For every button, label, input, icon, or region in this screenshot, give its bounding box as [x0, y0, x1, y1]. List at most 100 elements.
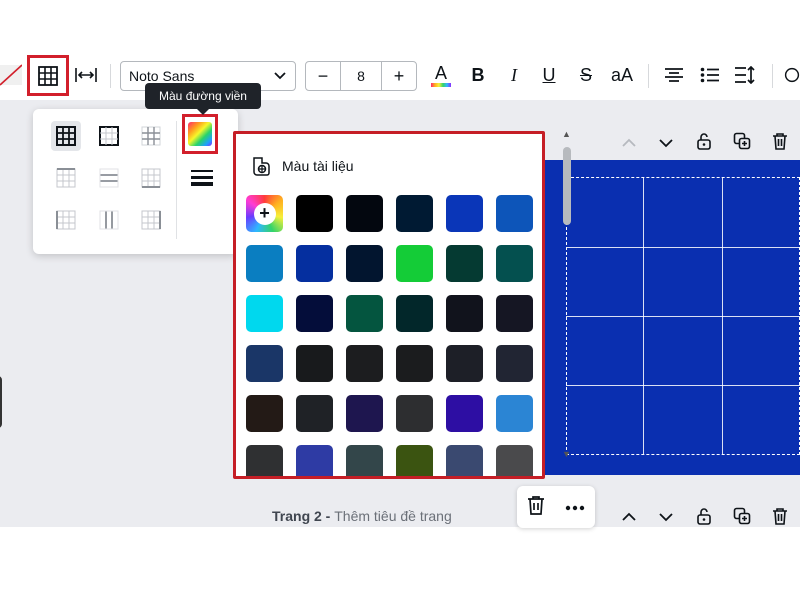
color-swatch[interactable]	[346, 245, 383, 282]
color-swatch[interactable]	[296, 245, 333, 282]
increase-font-size-button[interactable]: +	[382, 62, 416, 90]
color-swatch[interactable]	[446, 245, 483, 282]
border-color-button[interactable]	[182, 114, 218, 154]
more-options-icon[interactable]	[565, 498, 585, 516]
page-number: Trang 2 -	[272, 508, 335, 524]
color-swatch[interactable]	[246, 345, 283, 382]
color-swatch[interactable]	[396, 245, 433, 282]
color-swatch[interactable]	[296, 295, 333, 332]
strikethrough-button[interactable]: S	[575, 58, 597, 92]
color-swatch[interactable]	[496, 295, 533, 332]
table-border-button[interactable]	[27, 55, 69, 96]
color-swatch[interactable]	[496, 445, 533, 476]
align-center-icon[interactable]	[662, 58, 686, 92]
delete-element-icon[interactable]	[527, 495, 545, 520]
table-row-divider	[566, 247, 800, 248]
color-swatch[interactable]	[346, 395, 383, 432]
color-swatch[interactable]	[246, 245, 283, 282]
color-swatch[interactable]	[296, 195, 333, 232]
plus-icon: +	[253, 202, 276, 225]
color-swatch[interactable]	[346, 295, 383, 332]
color-swatch[interactable]	[346, 345, 383, 382]
color-swatch[interactable]	[446, 345, 483, 382]
color-picker-panel: Màu tài liệu +	[233, 131, 545, 479]
delete-page-icon[interactable]	[769, 130, 791, 152]
toolbar-divider	[772, 64, 773, 88]
column-width-icon[interactable]	[74, 58, 98, 92]
scrollbar-thumb[interactable]	[563, 147, 571, 225]
add-color-button[interactable]: +	[246, 195, 283, 232]
color-swatch[interactable]	[396, 445, 433, 476]
text-toolbar: Noto Sans − 8 + A B I U S aA	[0, 50, 800, 100]
outer-border-icon[interactable]	[94, 121, 124, 151]
color-swatch[interactable]	[396, 395, 433, 432]
bold-button[interactable]: B	[466, 58, 490, 92]
move-page-down-icon[interactable]	[655, 506, 677, 528]
color-swatch[interactable]	[446, 445, 483, 476]
effects-icon[interactable]	[784, 58, 800, 92]
italic-button[interactable]: I	[503, 58, 525, 92]
text-color-button[interactable]: A	[428, 58, 454, 92]
toolbar-divider	[648, 64, 649, 88]
color-swatch[interactable]	[496, 395, 533, 432]
horizontal-borders-icon[interactable]	[94, 163, 124, 193]
duplicate-page-icon[interactable]	[731, 130, 753, 152]
bottom-border-icon[interactable]	[136, 163, 166, 193]
color-swatch[interactable]	[246, 445, 283, 476]
move-page-up-icon[interactable]	[618, 132, 640, 154]
decrease-font-size-button[interactable]: −	[306, 62, 340, 90]
border-weight-icon[interactable]	[191, 169, 213, 187]
color-swatch[interactable]	[496, 195, 533, 232]
vertical-borders-icon[interactable]	[94, 205, 124, 235]
color-picker-icon	[188, 122, 212, 146]
lock-page-icon[interactable]	[693, 130, 715, 152]
line-spacing-icon[interactable]	[733, 58, 757, 92]
color-swatch[interactable]	[346, 445, 383, 476]
delete-page-icon[interactable]	[769, 505, 791, 527]
top-border-icon[interactable]	[51, 163, 81, 193]
document-colors-title: Màu tài liệu	[282, 158, 354, 174]
letter-case-button[interactable]: aA	[608, 58, 636, 92]
duplicate-page-icon[interactable]	[731, 505, 753, 527]
color-swatch[interactable]	[396, 195, 433, 232]
color-panel-scrollbar[interactable]: ▲ ▼	[559, 127, 575, 464]
transparency-icon[interactable]	[0, 58, 22, 92]
border-style-panel	[33, 109, 238, 254]
scroll-down-arrow-icon[interactable]: ▼	[562, 449, 571, 459]
color-swatch[interactable]	[296, 345, 333, 382]
color-swatch[interactable]	[396, 295, 433, 332]
color-swatch[interactable]	[296, 395, 333, 432]
font-size-stepper: − 8 +	[305, 61, 417, 91]
color-swatch[interactable]	[446, 295, 483, 332]
all-borders-icon[interactable]	[51, 121, 81, 151]
color-swatch[interactable]	[246, 395, 283, 432]
toolbar-divider	[110, 64, 111, 88]
move-page-down-icon[interactable]	[655, 132, 677, 154]
chevron-down-icon	[273, 68, 287, 85]
color-strip	[431, 82, 451, 87]
lock-page-icon[interactable]	[693, 505, 715, 527]
color-swatch[interactable]	[446, 395, 483, 432]
page-title-label[interactable]: Trang 2 - Thêm tiêu đề trang	[272, 508, 452, 524]
side-panel-handle[interactable]	[0, 376, 2, 428]
color-swatch[interactable]	[346, 195, 383, 232]
element-actions-bar	[517, 486, 595, 528]
underline-button[interactable]: U	[538, 58, 560, 92]
move-page-up-icon[interactable]	[618, 506, 640, 528]
color-swatch[interactable]	[296, 445, 333, 476]
inner-borders-icon[interactable]	[136, 121, 166, 151]
left-border-icon[interactable]	[51, 205, 81, 235]
editor-screen: Noto Sans − 8 + A B I U S aA Màu đường v…	[0, 0, 800, 600]
bullet-list-icon[interactable]	[698, 58, 722, 92]
right-border-icon[interactable]	[136, 205, 166, 235]
font-size-input[interactable]: 8	[340, 62, 382, 90]
color-swatch[interactable]	[246, 295, 283, 332]
color-swatch[interactable]	[496, 345, 533, 382]
table-row-divider	[566, 316, 800, 317]
color-swatch[interactable]	[446, 195, 483, 232]
color-swatch[interactable]	[496, 245, 533, 282]
color-swatch[interactable]	[396, 345, 433, 382]
panel-divider	[176, 121, 177, 239]
scroll-up-arrow-icon[interactable]: ▲	[562, 129, 571, 139]
font-family-value: Noto Sans	[129, 68, 195, 84]
